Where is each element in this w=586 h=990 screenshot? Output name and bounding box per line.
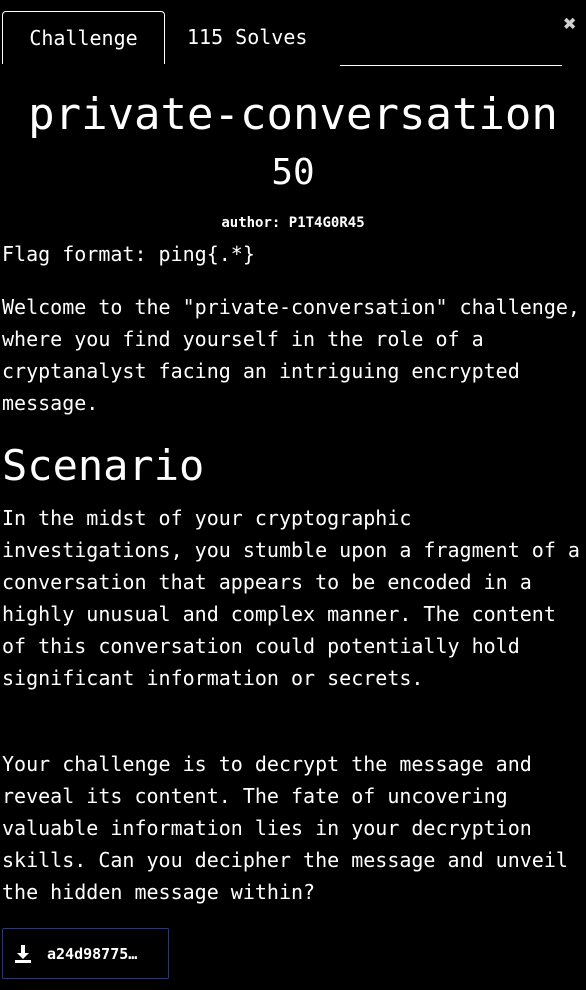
flag-format: Flag format: ping{.*}: [2, 242, 255, 266]
intro-paragraph: Welcome to the "private-conversation" ch…: [2, 295, 580, 415]
tab-challenge[interactable]: Challenge: [2, 11, 165, 64]
challenge-points: 50: [271, 152, 315, 193]
tab-divider: [340, 65, 562, 66]
challenge-tabs: Challenge 115 Solves: [2, 11, 562, 66]
tab-solves[interactable]: 115 Solves: [187, 11, 327, 64]
challenge-author: author: P1T4G0R45: [221, 215, 365, 231]
download-file-button[interactable]: a24d98775…: [2, 928, 169, 979]
scenario-heading: Scenario: [2, 441, 205, 490]
challenge-title: private-conversation: [28, 89, 558, 140]
scenario-paragraph: In the midst of your cryptographic inves…: [2, 506, 580, 690]
download-icon: [13, 944, 33, 964]
close-icon[interactable]: ✖: [559, 14, 581, 36]
download-file-label: a24d98775…: [47, 944, 138, 963]
task-paragraph: Your challenge is to decrypt the message…: [2, 752, 568, 904]
